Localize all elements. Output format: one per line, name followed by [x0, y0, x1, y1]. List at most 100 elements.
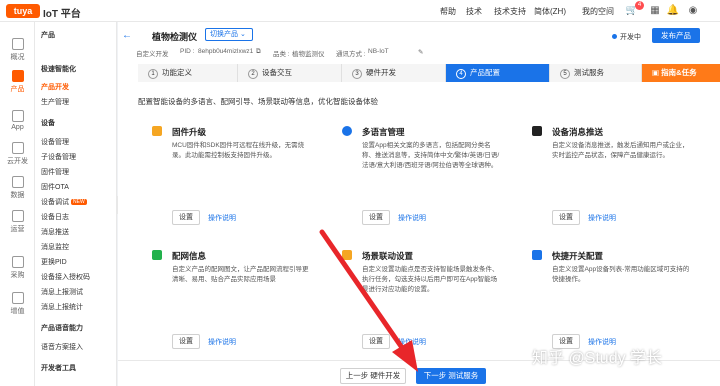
notification-icon[interactable]: 🔔 — [666, 4, 680, 18]
rail-overview[interactable]: 概况 — [0, 34, 35, 66]
card-network-config: 配网信息 自定义产品的配网图文，让产品配网流程引导更清晰、易用、贴合产品实际应用… — [140, 248, 310, 358]
menu-group-voice[interactable]: 产品语音能力 — [41, 323, 83, 333]
copy-icon[interactable]: ⧉ — [256, 48, 261, 56]
scene-icon — [342, 250, 352, 260]
settings-button[interactable]: 设置 — [172, 334, 200, 349]
value-icon — [11, 292, 24, 304]
menu-item-report-stats[interactable]: 消息上报统计 — [41, 302, 83, 312]
rail-product[interactable]: 产品 — [0, 66, 35, 98]
settings-button[interactable]: 设置 — [172, 210, 200, 225]
settings-button[interactable]: 设置 — [362, 210, 390, 225]
card-title: 快捷开关配置 — [552, 251, 604, 261]
category-label: 品类 : — [273, 51, 290, 58]
menu-item-voice-access[interactable]: 语音方案接入 — [41, 342, 83, 352]
rail-data[interactable]: 数据 — [0, 172, 35, 204]
menu-group-dev-tools[interactable]: 开发者工具 — [41, 363, 76, 373]
network-icon — [152, 250, 162, 260]
next-step-button[interactable]: 下一步 测试服务 — [416, 368, 486, 384]
prev-step-button[interactable]: 上一步 硬件开发 — [340, 368, 406, 384]
menu-item-msg-push[interactable]: 消息推送 — [41, 227, 69, 237]
publish-button[interactable]: 发布产品 — [652, 28, 700, 43]
step-2[interactable]: 2 设备交互 — [238, 64, 342, 82]
card-desc: 自定义设备消息推送，触发后通知用户或企业，实时监控产品状态，保障产品健康运行。 — [552, 142, 689, 159]
nav-support[interactable]: 技术支持 — [494, 6, 526, 17]
top-bar: tuya IoT 平台 帮助 技术 技术支持 简体(ZH) 我的空间 🛒 4 ▦… — [0, 0, 720, 22]
card-desc: 自定义产品的配网图文，让产品配网流程引导更清晰、易用、贴合产品实际应用场景 — [172, 266, 309, 283]
brand-name: IoT 平台 — [43, 9, 81, 20]
data-icon — [11, 176, 24, 188]
rail-value-added[interactable]: 增值 — [0, 288, 35, 320]
menu-item-device-mgmt[interactable]: 设备管理 — [41, 137, 69, 147]
pid-value: 8ehpb0u4mizlxwz1 — [198, 48, 254, 55]
step-4[interactable]: 4 产品配置 — [446, 64, 550, 82]
dev-mode: 自定义开发 — [136, 51, 169, 58]
step-bar: 1 功能定义 2 设备交互 3 硬件开发 4 产品配置 5 测试服务 — [118, 64, 720, 82]
main-panel: ← 植物检测仪 切换产品 ⌄ 自定义开发 PID : 8ehpb0u4mizlx… — [118, 22, 720, 386]
guide-tasks-button[interactable]: ▣ 指南&任务 — [642, 64, 720, 82]
side-menu: 产品 极速智能化 产品开发 生产管理 设备 设备管理 子设备管理 固件管理 固件… — [35, 22, 117, 386]
protocol-label: 通讯方式 : — [336, 51, 366, 58]
card-firmware-upgrade: 固件升级 MCU固件和SDK固件可远程在线升级，无需烧录。此功能需控制板支持固件… — [140, 124, 310, 234]
nav-help[interactable]: 帮助 — [440, 6, 456, 17]
rail-purchase[interactable]: 采购 — [0, 252, 35, 284]
card-quick-switch: 快捷开关配置 自定义设置App设备列表-常用功能区域可支持的快捷操作。 设置 操… — [520, 248, 690, 358]
card-title: 场景联动设置 — [362, 251, 414, 261]
instructions-link[interactable]: 操作说明 — [208, 213, 236, 223]
firmware-icon — [152, 126, 162, 136]
rail-app[interactable]: App — [0, 106, 35, 138]
menu-item-change-pid[interactable]: 更换PID — [41, 257, 67, 267]
card-desc: MCU固件和SDK固件可远程在线升级，无需烧录。此功能需控制板支持固件升级。 — [172, 142, 305, 159]
step-3[interactable]: 3 硬件开发 — [342, 64, 446, 82]
nav-tech[interactable]: 技术 — [466, 6, 482, 17]
menu-item-device-log[interactable]: 设备日志 — [41, 212, 69, 222]
card-title: 设备消息推送 — [552, 127, 604, 137]
left-rail: 概况 产品 App 云开发 数据 运营 采购 增值 — [0, 22, 35, 386]
app-icon — [11, 110, 24, 122]
rail-cloud[interactable]: 云开发 — [0, 138, 35, 170]
menu-item-firmware[interactable]: 固件管理 — [41, 167, 69, 177]
category-value: 植物监测仪 — [292, 51, 325, 58]
avatar-icon[interactable]: ◉ — [686, 4, 700, 18]
edit-icon[interactable]: ✎ — [418, 48, 423, 56]
product-icon — [11, 70, 24, 82]
ops-icon — [11, 210, 24, 222]
quick-switch-icon — [532, 250, 542, 260]
step-5[interactable]: 5 测试服务 — [550, 64, 642, 82]
settings-button[interactable]: 设置 — [362, 334, 390, 349]
new-badge: NEW — [71, 199, 87, 206]
instructions-link[interactable]: 操作说明 — [398, 337, 426, 347]
status-dot — [612, 34, 617, 39]
instructions-link[interactable]: 操作说明 — [208, 337, 236, 347]
my-space-menu[interactable]: 我的空间 — [582, 6, 614, 17]
instructions-link[interactable]: 操作说明 — [398, 213, 426, 223]
push-icon — [532, 126, 542, 136]
menu-item-auth-code[interactable]: 设备接入授权码 — [41, 272, 90, 282]
card-title: 配网信息 — [172, 251, 207, 261]
instructions-link[interactable]: 操作说明 — [588, 213, 616, 223]
card-title: 固件升级 — [172, 127, 207, 137]
intro-text: 配置智能设备的多语言、配网引导、场景联动等信息，优化智能设备体验 — [138, 97, 378, 106]
menu-item-subdevice[interactable]: 子设备管理 — [41, 152, 76, 162]
switch-product-dropdown[interactable]: 切换产品 ⌄ — [205, 28, 253, 41]
pid-label: PID : — [180, 48, 195, 55]
rail-ops[interactable]: 运营 — [0, 206, 35, 238]
menu-group-product: 产品 — [41, 32, 55, 39]
language-selector[interactable]: 简体(ZH) — [534, 6, 566, 17]
back-arrow-icon[interactable]: ← — [122, 30, 132, 41]
menu-item-production[interactable]: 生产管理 — [41, 97, 69, 107]
step-1[interactable]: 1 功能定义 — [138, 64, 238, 82]
menu-item-report-test[interactable]: 消息上报测试 — [41, 287, 83, 297]
dev-status: 开发中 — [612, 32, 641, 42]
menu-item-firmware-ota[interactable]: 固件OTA — [41, 182, 69, 192]
overview-icon — [11, 38, 24, 50]
menu-item-device-debug[interactable]: 设备调试 NEW — [41, 197, 87, 207]
message-icon[interactable]: ▦ — [648, 4, 662, 18]
menu-group-fast-smart[interactable]: 极速智能化 — [41, 64, 76, 74]
settings-button[interactable]: 设置 — [552, 210, 580, 225]
purchase-icon — [11, 256, 24, 268]
tuya-logo[interactable]: tuya — [6, 4, 40, 18]
menu-group-device[interactable]: 设备 — [41, 118, 55, 128]
menu-item-msg-monitor[interactable]: 消息监控 — [41, 242, 69, 252]
card-multilanguage: 多语言管理 设置App相关文案的多语言，包括配网分类名称、推送消息等，支持简体中… — [330, 124, 500, 234]
menu-item-product-dev[interactable]: 产品开发 — [41, 82, 69, 92]
